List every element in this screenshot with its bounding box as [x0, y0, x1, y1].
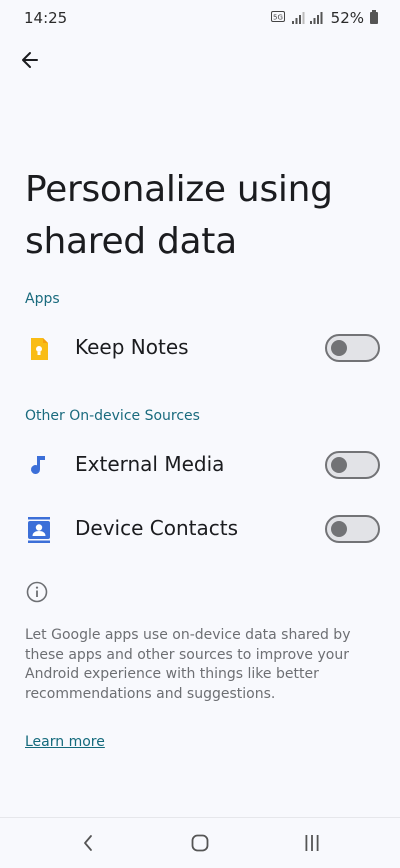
battery-percent: 52%	[330, 9, 364, 27]
section-header-apps: Apps	[25, 291, 60, 307]
row-label-external-media: External Media	[75, 452, 225, 476]
row-label-device-contacts: Device Contacts	[75, 516, 238, 540]
nav-home-icon	[191, 834, 209, 852]
network-badge-icon: 5G	[270, 11, 285, 22]
row-keep-notes[interactable]: Keep Notes	[0, 321, 400, 377]
description-text: Let Google apps use on-device data share…	[25, 627, 351, 702]
keep-notes-icon	[31, 338, 48, 360]
toggle-knob	[331, 457, 347, 473]
row-external-media[interactable]: External Media	[0, 438, 400, 494]
page-title-line1: Personalize using	[25, 169, 333, 211]
section-header-other-sources: Other On-device Sources	[25, 408, 200, 424]
nav-back-button[interactable]	[73, 830, 103, 856]
nav-recents-icon	[305, 835, 319, 851]
battery-icon	[370, 10, 378, 24]
svg-text:5G: 5G	[273, 14, 283, 22]
toggle-knob	[331, 340, 347, 356]
arrow-back-icon	[22, 52, 38, 68]
info-icon	[26, 581, 48, 603]
page-title-line2: shared data	[25, 221, 237, 263]
row-device-contacts[interactable]: Device Contacts	[0, 502, 400, 558]
status-icons: 5G 52%	[270, 9, 378, 27]
navigation-bar	[0, 817, 400, 868]
row-label-keep-notes: Keep Notes	[75, 335, 189, 359]
nav-home-button[interactable]	[185, 830, 215, 856]
back-button[interactable]	[14, 44, 46, 76]
nav-recents-button[interactable]	[297, 830, 327, 856]
toggle-knob	[331, 521, 347, 537]
learn-more-link[interactable]: Learn more	[25, 734, 105, 750]
toggle-external-media[interactable]	[325, 451, 380, 479]
page-title: Personalize using shared data	[25, 164, 365, 268]
contacts-icon	[28, 517, 50, 543]
toggle-device-contacts[interactable]	[325, 515, 380, 543]
nav-back-icon	[84, 835, 92, 851]
signal-strength-2-icon	[309, 12, 323, 24]
status-bar: 14:25 5G 52%	[0, 0, 400, 36]
signal-strength-icon	[291, 12, 305, 24]
music-note-icon	[31, 456, 45, 475]
status-time: 14:25	[24, 9, 68, 27]
toggle-keep-notes[interactable]	[325, 334, 380, 362]
